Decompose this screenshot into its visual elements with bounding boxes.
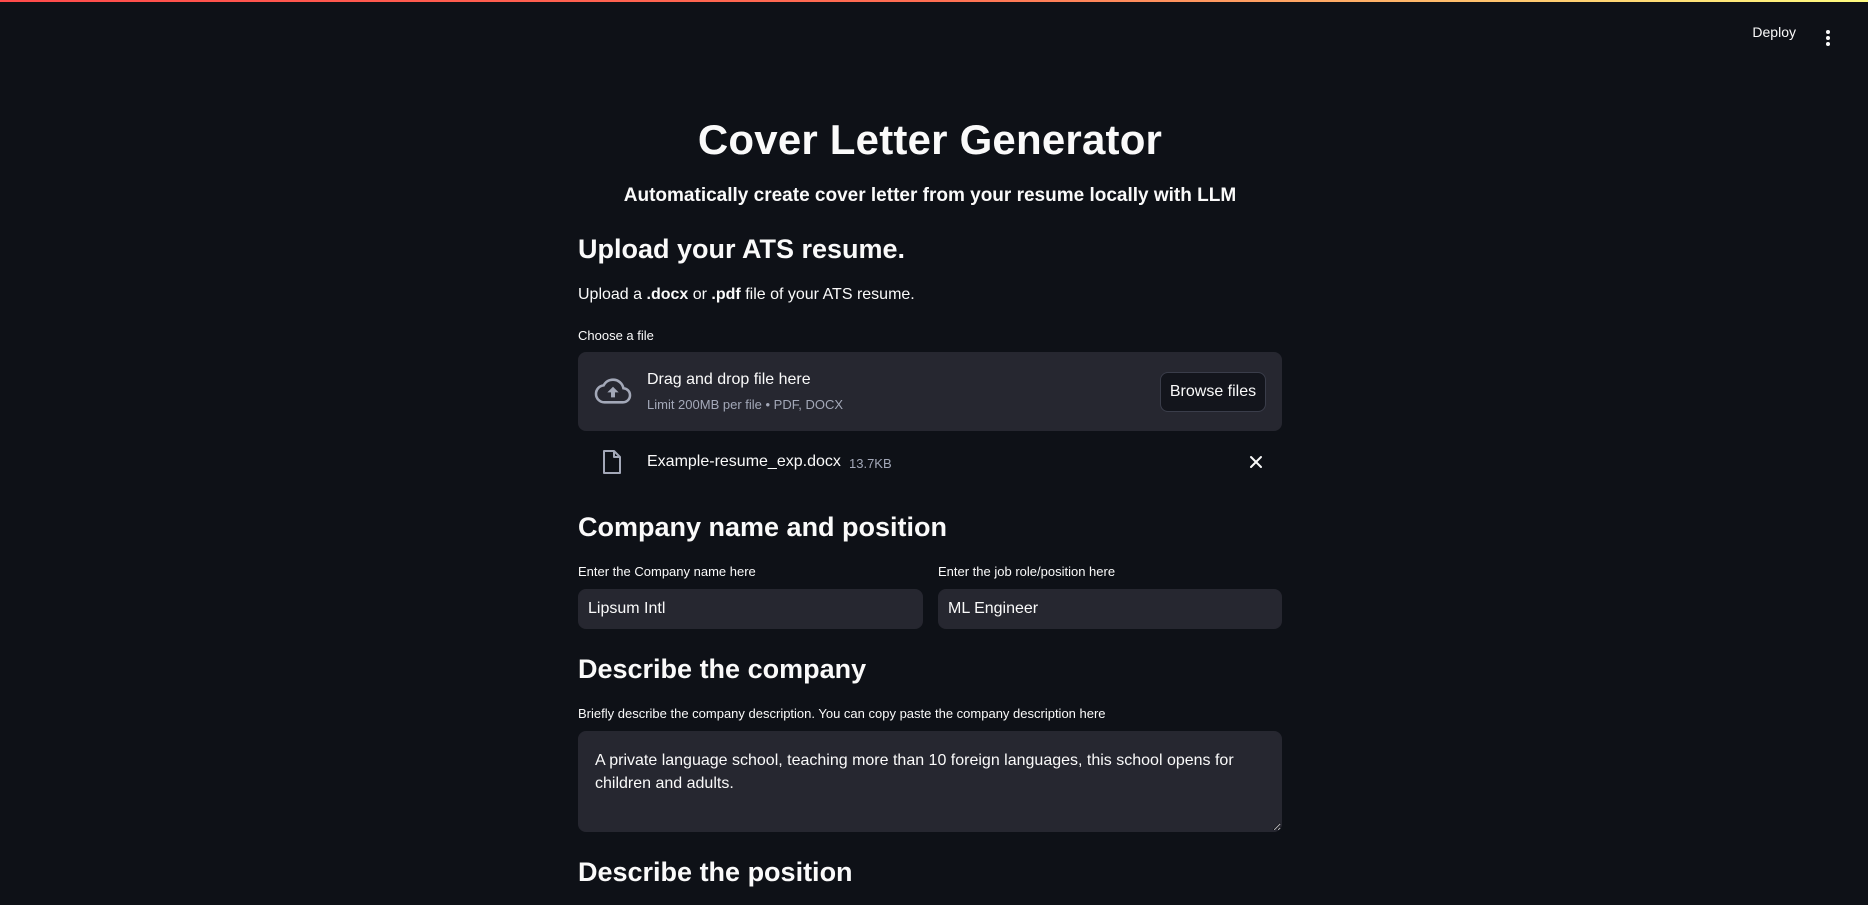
company-description-textarea[interactable]: A private language school, teaching more… xyxy=(578,731,1282,832)
company-heading: Company name and position xyxy=(578,512,948,542)
instruction-text: Upload a xyxy=(578,286,647,303)
dropzone-title: Drag and drop file here xyxy=(647,371,811,388)
page-title: Cover Letter Generator xyxy=(697,116,1163,163)
instruction-text: file of your ATS resume. xyxy=(740,286,915,303)
instruction-pdf: .pdf xyxy=(711,286,741,303)
file-uploader-label: Choose a file xyxy=(578,328,654,343)
company-description-label: Briefly describe the company description… xyxy=(578,706,1106,721)
describe-position-heading: Describe the position xyxy=(578,857,853,887)
upload-instruction: Upload a .docx or .pdf file of your ATS … xyxy=(578,286,915,304)
uploaded-file-name: Example-resume_exp.docx xyxy=(647,453,841,470)
instruction-text: or xyxy=(688,286,712,303)
uploaded-file-size: 13.7KB xyxy=(849,456,892,471)
job-role-label: Enter the job role/position here xyxy=(938,564,1116,579)
cloud-upload-icon xyxy=(594,378,632,404)
close-icon[interactable] xyxy=(1246,452,1266,472)
kebab-menu-icon[interactable] xyxy=(1822,24,1834,48)
file-icon xyxy=(603,450,621,474)
browse-files-button[interactable]: Browse files xyxy=(1160,372,1266,412)
page-subtitle: Automatically create cover letter from y… xyxy=(623,185,1237,206)
company-name-label: Enter the Company name here xyxy=(578,564,756,579)
app-header: Deploy xyxy=(0,0,1868,72)
file-dropzone[interactable]: Drag and drop file here Limit 200MB per … xyxy=(578,352,1282,431)
upload-heading: Upload your ATS resume. xyxy=(578,234,906,264)
company-name-input[interactable] xyxy=(578,589,923,629)
job-role-input[interactable] xyxy=(938,589,1282,629)
uploaded-file-row: Example-resume_exp.docx 13.7KB xyxy=(578,444,1282,480)
describe-company-heading: Describe the company xyxy=(578,654,867,684)
deploy-button[interactable]: Deploy xyxy=(1752,24,1796,40)
instruction-docx: .docx xyxy=(646,286,689,303)
dropzone-limits: Limit 200MB per file • PDF, DOCX xyxy=(647,397,843,412)
